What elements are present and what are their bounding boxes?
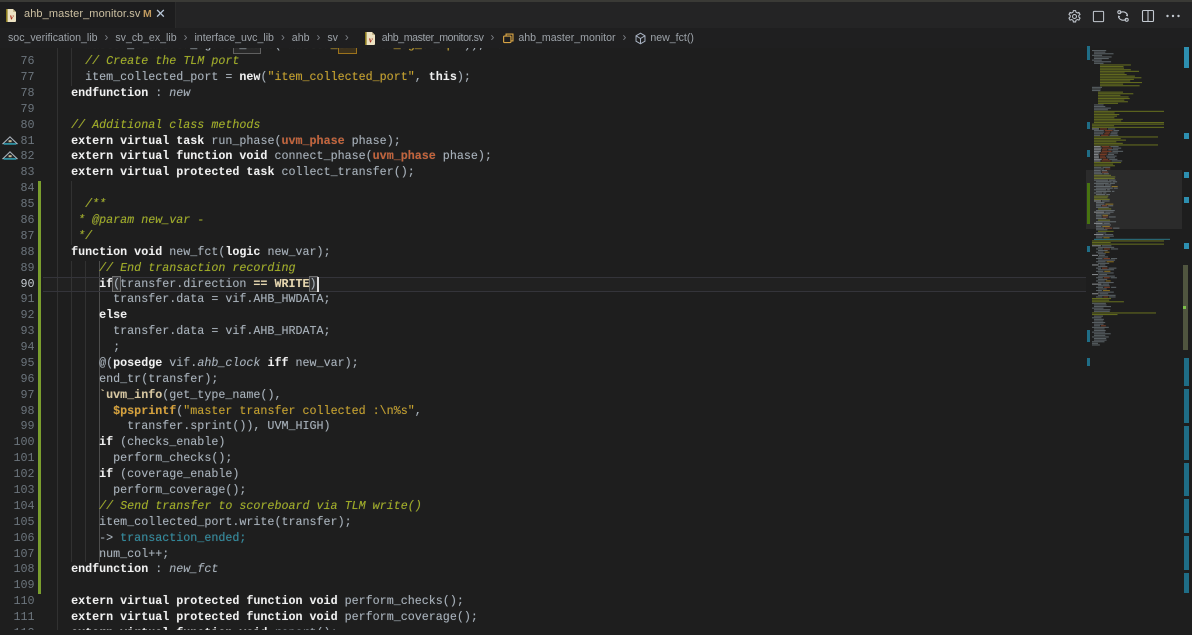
svg-text:v: v — [10, 12, 14, 22]
svg-text:v: v — [369, 34, 373, 44]
